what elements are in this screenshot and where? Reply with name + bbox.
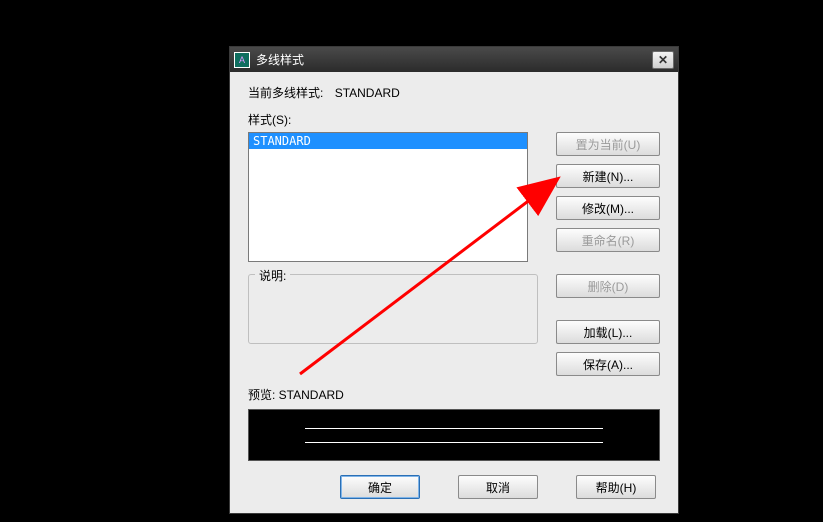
dialog-body: 当前多线样式: STANDARD 样式(S): STANDARD 说明: 置为当…	[230, 72, 678, 513]
preview-line-bottom	[305, 442, 603, 443]
preview-line-top	[305, 428, 603, 429]
help-button[interactable]: 帮助(H)	[576, 475, 656, 499]
set-current-button[interactable]: 置为当前(U)	[556, 132, 660, 156]
cancel-button[interactable]: 取消	[458, 475, 538, 499]
ok-button[interactable]: 确定	[340, 475, 420, 499]
description-group: 说明:	[248, 274, 538, 344]
app-icon: A	[234, 52, 250, 68]
delete-button[interactable]: 删除(D)	[556, 274, 660, 298]
new-button[interactable]: 新建(N)...	[556, 164, 660, 188]
current-style-label: 当前多线样式:	[248, 86, 323, 100]
current-style-row: 当前多线样式: STANDARD	[248, 84, 660, 101]
preview-box	[248, 409, 660, 461]
titlebar[interactable]: A 多线样式 ✕	[230, 47, 678, 72]
dialog-title: 多线样式	[256, 51, 652, 68]
load-button[interactable]: 加载(L)...	[556, 320, 660, 344]
multiline-style-dialog: A 多线样式 ✕ 当前多线样式: STANDARD 样式(S): STANDAR…	[229, 46, 679, 514]
description-label: 说明:	[255, 267, 290, 284]
preview-label: 预览: STANDARD	[248, 386, 660, 403]
description-box	[255, 281, 531, 337]
current-style-value: STANDARD	[335, 86, 400, 100]
dialog-buttons-row: 确定 取消 帮助(H)	[248, 475, 660, 499]
rename-button[interactable]: 重命名(R)	[556, 228, 660, 252]
save-button[interactable]: 保存(A)...	[556, 352, 660, 376]
modify-button[interactable]: 修改(M)...	[556, 196, 660, 220]
styles-label: 样式(S):	[248, 111, 660, 128]
list-item[interactable]: STANDARD	[249, 133, 527, 149]
styles-listbox[interactable]: STANDARD	[248, 132, 528, 262]
close-button[interactable]: ✕	[652, 51, 674, 69]
